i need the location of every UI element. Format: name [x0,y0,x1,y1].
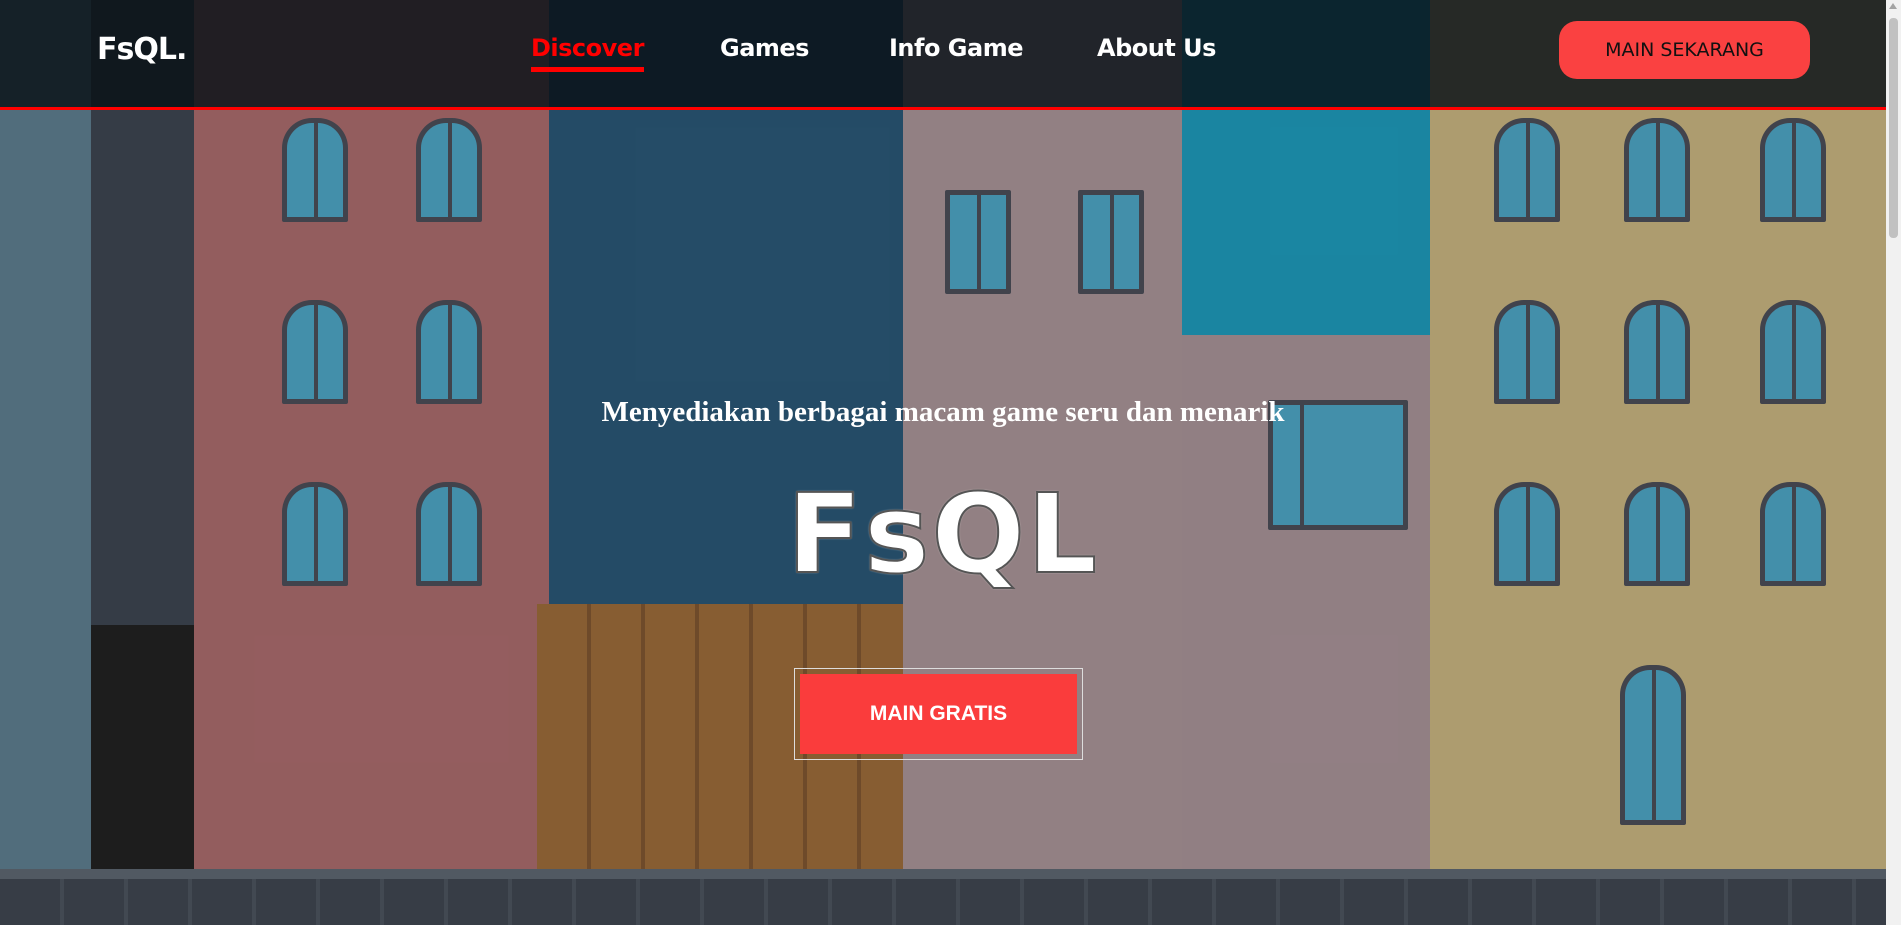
scrollbar-thumb[interactable] [1889,18,1898,238]
overlay [0,0,1886,925]
scroll-up-icon[interactable] [1889,3,1897,9]
main-gratis-frame: MAIN GRATIS [794,668,1083,760]
hero-background [0,0,1886,925]
nav-link-info-game[interactable]: Info Game [889,34,1023,62]
main-gratis-button[interactable]: MAIN GRATIS [800,674,1077,754]
hero-logo-title: FsQL [786,469,1100,599]
nav-link-about-us[interactable]: About Us [1097,34,1216,62]
scrollbar[interactable] [1886,0,1901,925]
hero-subtitle: Menyediakan berbagai macam game seru dan… [601,396,1285,428]
nav-link-discover[interactable]: Discover [531,34,644,72]
nav-link-games[interactable]: Games [720,34,809,62]
main-sekarang-button[interactable]: MAIN SEKARANG [1559,21,1810,79]
logo[interactable]: FsQL. [97,32,187,67]
navbar: FsQL. Discover Games Info Game About Us … [0,0,1886,110]
